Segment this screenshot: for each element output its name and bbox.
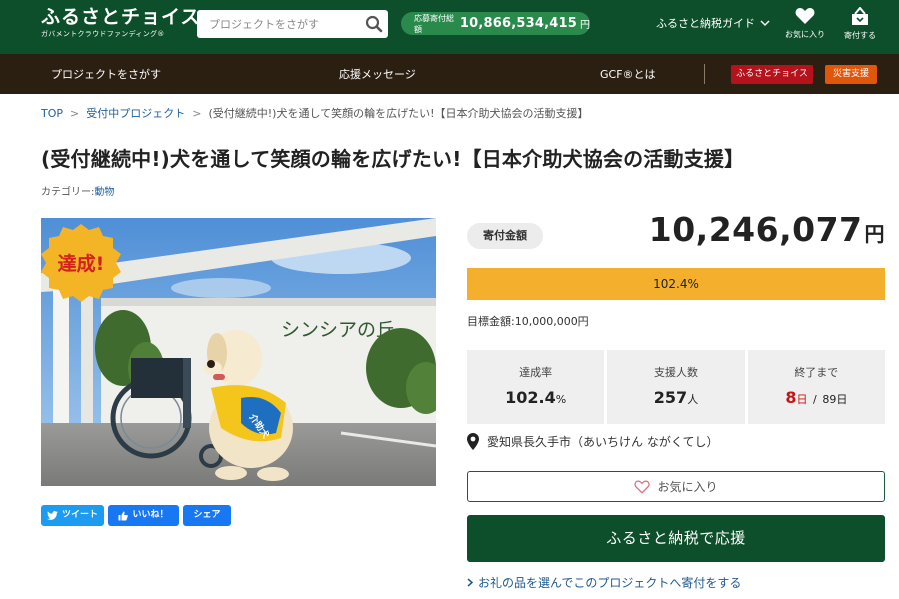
stat-remaining-days: 8: [785, 388, 797, 407]
tweet-label: ツイート: [61, 510, 98, 520]
favorite-button[interactable]: お気に入り: [467, 471, 885, 502]
search-input[interactable]: [197, 10, 357, 38]
site-header: ふるさとチョイス ガバメントクラウドファンディング® 応募寄付総額 10,866…: [0, 0, 899, 54]
stat-rate-unit: %: [555, 393, 567, 406]
breadcrumb-separator: >: [70, 107, 80, 120]
thumbs-up-icon: [118, 511, 129, 520]
stat-supporters-value-wrap: 257人: [607, 388, 744, 407]
stat-remaining: 終了まで 8日 / 89日: [747, 350, 885, 424]
share-button[interactable]: シェア: [183, 505, 231, 526]
stat-total-days: 89日: [822, 393, 848, 406]
heart-outline-icon: [634, 480, 651, 494]
stat-remaining-unit: 日: [796, 393, 808, 406]
category-link[interactable]: 動物: [94, 187, 114, 198]
progress-text: 102.4%: [653, 277, 699, 291]
target-amount: 目標金額:10,000,000円: [467, 315, 589, 328]
category: カテゴリー:動物: [41, 183, 114, 198]
gift-link[interactable]: お礼の品を選んでこのプロジェクトへ寄付をする: [467, 574, 741, 591]
stat-remaining-label: 終了まで: [794, 366, 839, 379]
like-button[interactable]: いいね！: [108, 505, 179, 526]
stat-supporters-value: 257: [653, 388, 688, 407]
favorite-button-label: お気に入り: [657, 480, 718, 494]
stat-rate-value-wrap: 102.4%: [467, 388, 604, 407]
total-donations: 応募寄付総額 10,866,534,415 円: [401, 12, 590, 35]
progress-bar: 102.4%: [467, 268, 885, 300]
stat-supporters-unit: 人: [687, 393, 699, 406]
stat-remaining-separator: /: [813, 393, 817, 406]
furusato-guide-menu[interactable]: ふるさと納税ガイド: [656, 15, 770, 31]
total-value: 10,866,534,415: [459, 16, 577, 31]
nav-furusato-badge[interactable]: ふるさとチョイス: [731, 65, 813, 84]
breadcrumb: TOP > 受付中プロジェクト > (受付継続中!)犬を通して笑顔の輪を広げたい!【日本…: [41, 105, 589, 121]
logo-main-text: ふるさとチョイス: [41, 6, 201, 28]
nav-disaster-badge[interactable]: 災害支援: [825, 65, 877, 84]
header-favorites-button[interactable]: お気に入り: [780, 7, 830, 40]
gift-link-label: お礼の品を選んでこのプロジェクトへ寄付をする: [478, 576, 742, 590]
header-donate-button[interactable]: 寄付する: [835, 7, 885, 41]
map-pin-icon: [467, 433, 479, 450]
donation-amount-unit: 円: [864, 222, 885, 246]
stat-rate-label: 達成率: [519, 366, 553, 379]
nav-messages[interactable]: 応援メッセージ: [339, 66, 416, 82]
donate-label: 寄付する: [844, 31, 876, 40]
category-label: カテゴリー:: [41, 187, 95, 198]
share-label: シェア: [193, 510, 221, 520]
building-sign-text: シンシアの丘: [281, 319, 395, 341]
page-title: (受付継続中!)犬を通して笑顔の輪を広げたい!【日本介助犬協会の活動支援】: [41, 147, 745, 171]
stats-panel: 達成率 102.4% 支援人数 257人 終了まで 8日 / 89日: [467, 350, 885, 424]
breadcrumb-top[interactable]: TOP: [41, 107, 63, 120]
location-text: 愛知県長久手市（あいちけん ながくてし）: [487, 435, 719, 449]
favorites-label: お気に入り: [785, 30, 825, 39]
twitter-bird-icon: [47, 511, 58, 520]
nav-gcf-about[interactable]: GCF®とは: [600, 66, 656, 82]
nav-divider: [704, 64, 705, 84]
chevron-down-icon: [760, 19, 770, 26]
heart-icon: [795, 8, 815, 24]
donation-amount-value: 10,246,077: [648, 210, 863, 249]
stat-supporters-label: 支援人数: [653, 366, 698, 379]
site-logo[interactable]: ふるさとチョイス ガバメントクラウドファンディング®: [41, 6, 200, 39]
tweet-button[interactable]: ツイート: [41, 505, 104, 526]
location: 愛知県長久手市（あいちけん ながくてし）: [467, 433, 718, 450]
global-nav: プロジェクトをさがす 応援メッセージ GCF®とは ふるさとチョイス 災害支援: [0, 54, 899, 94]
achieved-badge-text: 達成!: [58, 252, 105, 275]
donate-box-icon: [852, 7, 868, 25]
breadcrumb-accepting[interactable]: 受付中プロジェクト: [86, 107, 185, 120]
donation-amount-label: 寄付金額: [467, 223, 543, 249]
search-box: [197, 10, 388, 38]
total-unit: 円: [580, 20, 590, 31]
stat-achievement-rate: 達成率 102.4%: [467, 350, 605, 424]
breadcrumb-separator: >: [192, 107, 202, 120]
like-label: いいね！: [132, 510, 169, 520]
logo-sub-text: ガバメントクラウドファンディング®: [41, 30, 165, 38]
donation-amount: 10,246,077 円: [649, 210, 885, 249]
project-photo: シンシアの丘 介助犬 達成!: [41, 218, 436, 486]
stat-supporters: 支援人数 257人: [607, 350, 745, 424]
chevron-right-icon: [467, 578, 473, 587]
breadcrumb-current: (受付継続中!)犬を通して笑顔の輪を広げたい!【日本介助犬協会の活動支援】: [208, 107, 589, 120]
stat-remaining-value-wrap: 8日 / 89日: [748, 388, 885, 407]
stat-rate-value: 102.4: [505, 388, 556, 407]
total-label: 応募寄付総額: [414, 13, 454, 34]
guide-label: ふるさと納税ガイド: [656, 17, 755, 30]
nav-find-projects[interactable]: プロジェクトをさがす: [51, 66, 161, 82]
support-button[interactable]: ふるさと納税で応援: [467, 515, 885, 562]
search-icon[interactable]: [364, 14, 384, 34]
